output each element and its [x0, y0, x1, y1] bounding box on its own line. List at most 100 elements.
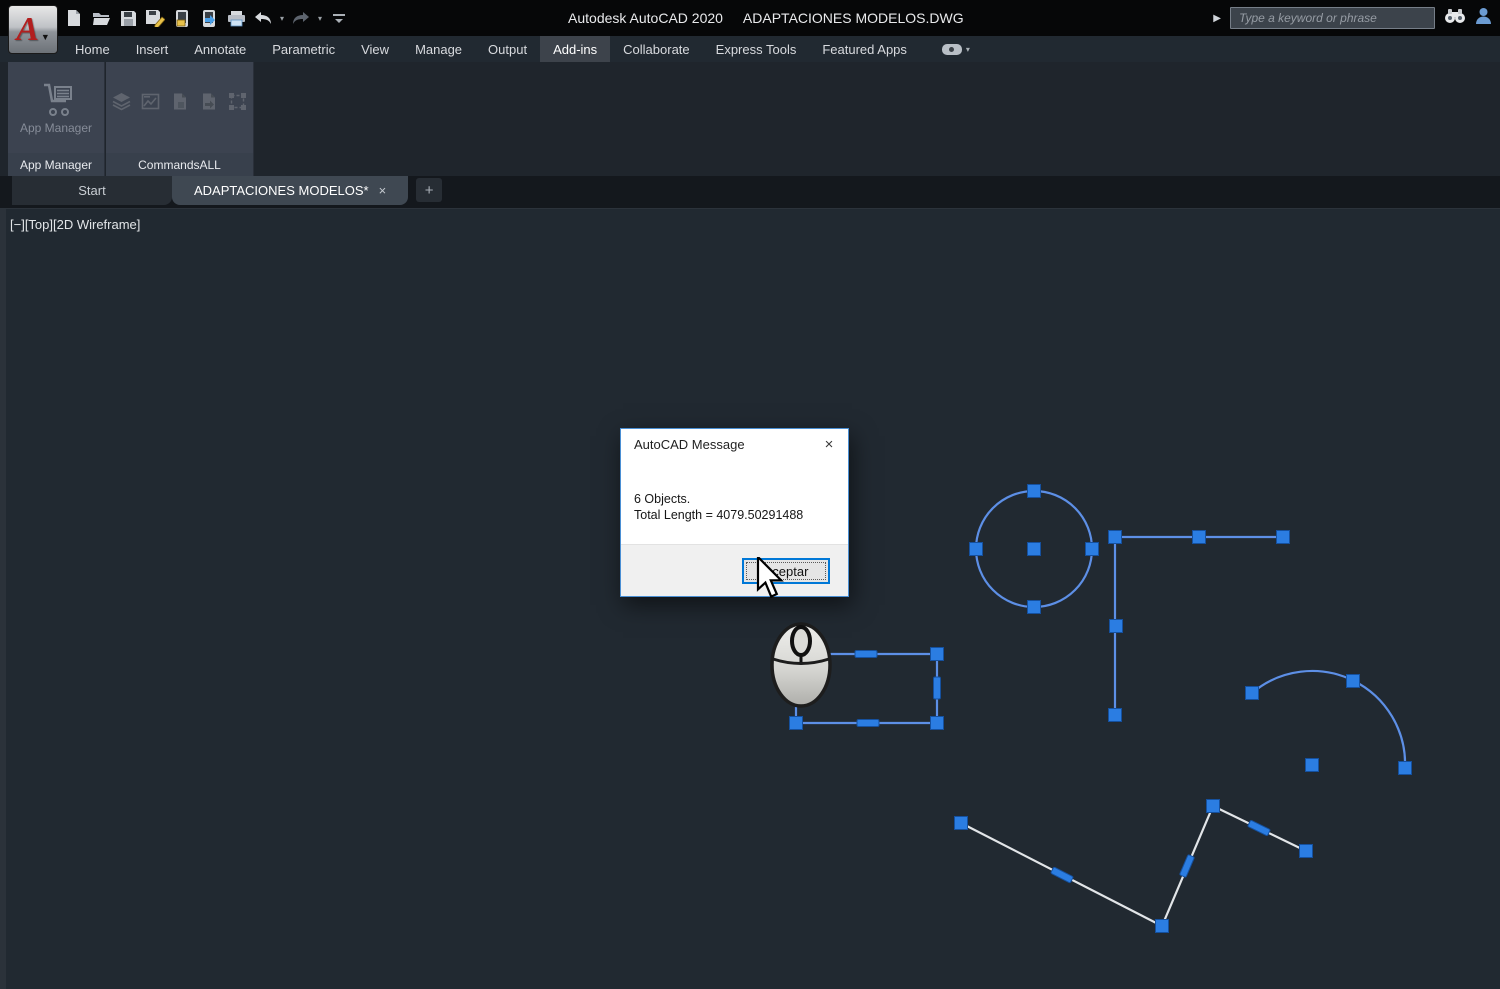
- selection-boundary-icon[interactable]: [228, 92, 247, 111]
- ribbon-tab-collaborate[interactable]: Collaborate: [610, 36, 703, 62]
- cad-grip[interactable]: [1027, 600, 1041, 614]
- chevron-down-icon: ▾: [965, 44, 970, 54]
- quick-access-toolbar: ▾ ▾: [64, 6, 349, 30]
- mouse-cursor-icon: [756, 557, 784, 599]
- ribbon-tab-output[interactable]: Output: [475, 36, 540, 62]
- search-input[interactable]: [1230, 7, 1435, 29]
- sign-in-user-icon[interactable]: [1475, 7, 1492, 30]
- customize-quick-access-icon[interactable]: [329, 8, 349, 28]
- cad-grip-midpoint[interactable]: [933, 676, 941, 700]
- cad-object-arc[interactable]: [1251, 669, 1407, 769]
- ribbon-tab-express-tools[interactable]: Express Tools: [703, 36, 810, 62]
- cad-grip[interactable]: [1346, 674, 1360, 688]
- image-chart-icon[interactable]: [141, 92, 160, 111]
- undo-dropdown-icon[interactable]: ▾: [280, 14, 284, 23]
- dialog-close-icon[interactable]: ×: [819, 434, 839, 454]
- window-title: Autodesk AutoCAD 2020 ADAPTACIONES MODEL…: [568, 0, 964, 36]
- app-manager-button-label: App Manager: [19, 121, 93, 135]
- autocad-message-dialog: AutoCAD Message × 6 Objects. Total Lengt…: [620, 428, 849, 597]
- autocad-logo-icon: A: [16, 10, 39, 48]
- cad-grip[interactable]: [1109, 619, 1123, 633]
- cad-grip-midpoint[interactable]: [1179, 854, 1195, 878]
- app-manager-button[interactable]: App Manager: [8, 66, 104, 150]
- cad-grip[interactable]: [930, 716, 944, 730]
- cad-grip[interactable]: [1299, 844, 1313, 858]
- cad-grip[interactable]: [1192, 530, 1206, 544]
- cad-grip[interactable]: [1155, 919, 1169, 933]
- plot-icon[interactable]: [226, 8, 246, 28]
- cad-grip[interactable]: [789, 716, 803, 730]
- new-file-icon[interactable]: [64, 8, 84, 28]
- redo-icon[interactable]: [291, 8, 311, 28]
- media-icon: [941, 43, 962, 55]
- cad-grip[interactable]: [1108, 530, 1122, 544]
- save-icon[interactable]: [118, 8, 138, 28]
- mouse-overlay-icon: [770, 622, 832, 708]
- chevron-down-icon: ▼: [40, 31, 50, 42]
- ribbon-tab-annotate[interactable]: Annotate: [181, 36, 259, 62]
- redo-dropdown-icon[interactable]: ▾: [318, 14, 322, 23]
- cad-grip-midpoint[interactable]: [856, 719, 880, 727]
- document-title: ADAPTACIONES MODELOS.DWG: [742, 10, 964, 26]
- cad-grip[interactable]: [1245, 686, 1259, 700]
- save-as-icon[interactable]: [145, 8, 165, 28]
- search-expand-icon[interactable]: ▶: [1213, 13, 1221, 24]
- layers-stack-icon[interactable]: [112, 92, 131, 111]
- cad-grip[interactable]: [1027, 484, 1041, 498]
- cad-grip[interactable]: [1027, 542, 1041, 556]
- application-menu-button[interactable]: A ▼: [8, 5, 58, 54]
- cad-grip[interactable]: [1305, 758, 1319, 772]
- cad-grip[interactable]: [1085, 542, 1099, 556]
- ribbon-media-dropdown[interactable]: ▾: [941, 36, 970, 62]
- cad-grip[interactable]: [969, 542, 983, 556]
- cad-grip-midpoint[interactable]: [1247, 820, 1271, 836]
- file-tab-close-icon[interactable]: ×: [379, 183, 387, 198]
- ribbon: App Manager App Manager CommandsALL: [0, 62, 1500, 176]
- file-page-icon[interactable]: [170, 92, 189, 111]
- ribbon-tab-view[interactable]: View: [348, 36, 402, 62]
- ribbon-tab-insert[interactable]: Insert: [123, 36, 182, 62]
- undo-icon[interactable]: [253, 8, 273, 28]
- dialog-title: AutoCAD Message: [621, 429, 848, 459]
- file-tab-bar: Start ADAPTACIONES MODELOS* × +: [0, 176, 1500, 209]
- cad-grip[interactable]: [954, 816, 968, 830]
- panel-title-app-manager[interactable]: App Manager: [8, 153, 104, 176]
- cad-grip[interactable]: [930, 647, 944, 661]
- open-from-web-mobile-icon[interactable]: [172, 8, 192, 28]
- cad-grip-midpoint[interactable]: [854, 650, 878, 658]
- ribbon-tab-manage[interactable]: Manage: [402, 36, 475, 62]
- ribbon-tab-home[interactable]: Home: [62, 36, 123, 62]
- commandsall-icons: [106, 92, 253, 111]
- cad-grip[interactable]: [1276, 530, 1290, 544]
- titlebar-right-controls: ▶: [1213, 0, 1492, 36]
- ribbon-tab-featured-apps[interactable]: Featured Apps: [809, 36, 920, 62]
- search-binoculars-icon[interactable]: [1444, 8, 1466, 29]
- new-drawing-tab-button[interactable]: +: [416, 178, 443, 202]
- file-tab-active-label: ADAPTACIONES MODELOS*: [194, 183, 369, 198]
- autocad-window: A ▼ ▾ ▾ Autodesk AutoCAD 2020 ADAPTACION…: [0, 0, 1500, 989]
- dialog-message: 6 Objects. Total Length = 4079.50291488: [634, 491, 803, 523]
- file-tab-adaptaciones-modelos[interactable]: ADAPTACIONES MODELOS* ×: [172, 176, 409, 205]
- open-file-icon[interactable]: [91, 8, 111, 28]
- dialog-message-line1: 6 Objects.: [634, 492, 691, 506]
- cad-grip[interactable]: [1398, 761, 1412, 775]
- cad-grip-midpoint[interactable]: [1050, 866, 1074, 884]
- file-tab-start[interactable]: Start: [12, 176, 172, 205]
- app-store-cart-icon: [44, 83, 72, 116]
- drawing-canvas[interactable]: [−][Top][2D Wireframe] AutoCAD Message ×…: [0, 209, 1500, 989]
- dialog-footer: Aceptar: [621, 544, 848, 596]
- titlebar: A ▼ ▾ ▾ Autodesk AutoCAD 2020 ADAPTACION…: [0, 0, 1500, 54]
- file-tab-start-label: Start: [78, 183, 106, 198]
- ribbon-tab-bar: Home Insert Annotate Parametric View Man…: [62, 36, 1500, 62]
- save-to-web-mobile-icon[interactable]: [199, 8, 219, 28]
- panel-title-commandsall[interactable]: CommandsALL: [106, 153, 253, 176]
- cad-grip[interactable]: [1206, 799, 1220, 813]
- cad-grip[interactable]: [1108, 708, 1122, 722]
- dialog-message-line2: Total Length = 4079.50291488: [634, 508, 804, 522]
- file-export-icon[interactable]: [199, 92, 218, 111]
- app-title: Autodesk AutoCAD 2020: [568, 10, 723, 26]
- ribbon-tab-add-ins[interactable]: Add-ins: [540, 36, 611, 62]
- ribbon-panel-app-manager: App Manager App Manager: [8, 62, 105, 176]
- ribbon-tab-parametric[interactable]: Parametric: [259, 36, 348, 62]
- cad-geometry-layer: [789, 484, 1412, 933]
